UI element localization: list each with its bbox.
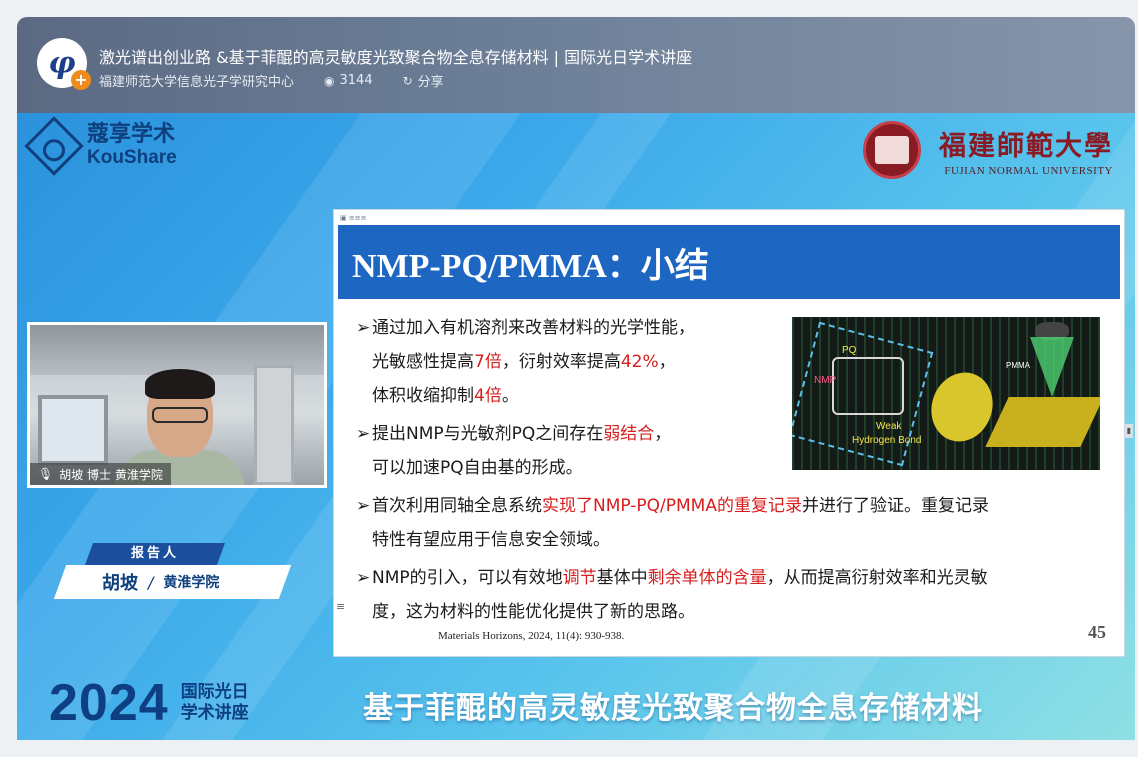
follow-plus-icon[interactable]: + bbox=[71, 70, 91, 90]
microphone-icon: 🎙 bbox=[38, 467, 54, 481]
year-number: 2024 bbox=[49, 674, 169, 732]
koushare-mark-icon bbox=[24, 116, 84, 176]
slide-figure: PQ NMP Weak Hydrogen Bond PMMA bbox=[792, 317, 1100, 470]
university-seal-icon bbox=[863, 121, 921, 179]
koushare-en: KouShare bbox=[87, 147, 177, 168]
bullet-arrow-icon: ➢ bbox=[356, 496, 371, 516]
reporter-separator: / bbox=[148, 572, 154, 592]
video-player[interactable]: 蔻享学术 KouShare 福建師範大學 FUJIAN NORMAL UNIVE… bbox=[17, 113, 1135, 740]
slide-left-menu-icon[interactable]: ≡ bbox=[336, 600, 345, 613]
share-icon: ↻ bbox=[402, 73, 413, 88]
slide-bullet-line: 度，这为材料的性能优化提供了新的思路。 bbox=[372, 602, 695, 622]
share-button[interactable]: ↻ 分享 bbox=[402, 71, 444, 91]
reporter-tag: 报告人 bbox=[84, 543, 226, 565]
slide-bullet: ➢ 提出NMP与光敏剂PQ之间存在弱结合， bbox=[356, 418, 671, 450]
reporter-name: 胡坡 bbox=[102, 573, 138, 594]
koushare-logo: 蔻享学术 KouShare bbox=[24, 116, 177, 176]
slide-bullet: ➢ 首次利用同轴全息系统实现了NMP-PQ/PMMA的重复记录并进行了验证。重复记… bbox=[356, 490, 989, 522]
slide-bullet-line: 特性有望应用于信息安全领域。 bbox=[372, 530, 610, 550]
video-meta: 福建师范大学信息光子学研究中心 ◉ 3144 ↻ 分享 bbox=[99, 71, 474, 90]
bullet-arrow-icon: ➢ bbox=[356, 568, 371, 588]
slide-right-handle-icon[interactable]: ▮ bbox=[1125, 424, 1133, 438]
slide-corner-logo-icon: ▣ ≡≡≡ bbox=[340, 214, 367, 222]
video-header: φ + 激光谱出创业路 &基于菲醌的高灵敏度光致聚合物全息存储材料 | 国际光日… bbox=[17, 17, 1135, 113]
webcam-nameplate: 🎙 胡坡 博士 黄淮学院 bbox=[30, 463, 171, 485]
slide-reference: Materials Horizons, 2024, 11(4): 930-938… bbox=[438, 630, 625, 642]
eye-icon: ◉ bbox=[324, 73, 335, 88]
slide-bullet-line: 可以加速PQ自由基的形成。 bbox=[372, 458, 583, 478]
webcam-name: 胡坡 博士 黄淮学院 bbox=[59, 467, 163, 482]
channel-avatar[interactable]: φ + bbox=[37, 38, 91, 90]
view-count-value: 3144 bbox=[339, 73, 373, 88]
event-name: 国际光日 学术讲座 bbox=[180, 682, 249, 723]
university-name-en: FUJIAN NORMAL UNIVERSITY bbox=[944, 164, 1113, 177]
slide-title: NMP-PQ/PMMA：小结 bbox=[352, 247, 709, 285]
figure-label-hbond: Hydrogen Bond bbox=[852, 435, 922, 446]
slide-header-bar: NMP-PQ/PMMA：小结 bbox=[338, 225, 1120, 299]
share-label: 分享 bbox=[417, 75, 444, 90]
slide-bullet: ➢ 通过加入有机溶剂来改善材料的光学性能， bbox=[356, 312, 695, 344]
event-year: 2024 国际光日 学术讲座 bbox=[49, 673, 249, 733]
university-logo: 福建師範大學 FUJIAN NORMAL UNIVERSITY bbox=[863, 121, 1113, 179]
figure-label-weak: Weak bbox=[876, 421, 902, 432]
speaker-webcam: 🎙 胡坡 博士 黄淮学院 bbox=[27, 322, 327, 488]
view-count: ◉ 3144 bbox=[324, 73, 373, 88]
slide-bullet-line: 体积收缩抑制4倍。 bbox=[372, 386, 519, 406]
slide-bullet: ➢ NMP的引入，可以有效地调节基体中剩余单体的含量，从而提高衍射效率和光灵敏 bbox=[356, 562, 988, 594]
figure-label-pq: PQ bbox=[842, 345, 857, 356]
video-title: 激光谱出创业路 &基于菲醌的高灵敏度光致聚合物全息存储材料 | 国际光日学术讲座 bbox=[99, 48, 693, 67]
reporter-org: 黄淮学院 bbox=[163, 575, 220, 591]
presentation-slide: ▣ ≡≡≡ NMP-PQ/PMMA：小结 ➢ 通过加入有机溶剂来改善材料的光学性能… bbox=[333, 209, 1133, 657]
figure-label-pmma: PMMA bbox=[1006, 361, 1030, 370]
university-name-cn: 福建師範大學 bbox=[939, 130, 1113, 162]
bullet-arrow-icon: ➢ bbox=[356, 318, 371, 338]
channel-name[interactable]: 福建师范大学信息光子学研究中心 bbox=[99, 71, 294, 90]
reporter-card: 胡坡 / 黄淮学院 bbox=[53, 565, 292, 599]
slide-page-number: 45 bbox=[1088, 622, 1106, 642]
figure-label-nmp: NMP bbox=[814, 375, 837, 386]
koushare-cn: 蔻享学术 bbox=[87, 122, 176, 147]
slide-bullet-line: 光敏感性提高7倍，衍射效率提高42%， bbox=[372, 352, 676, 372]
bullet-arrow-icon: ➢ bbox=[356, 424, 371, 444]
talk-subtitle: 基于菲醌的高灵敏度光致聚合物全息存储材料 bbox=[363, 691, 983, 726]
